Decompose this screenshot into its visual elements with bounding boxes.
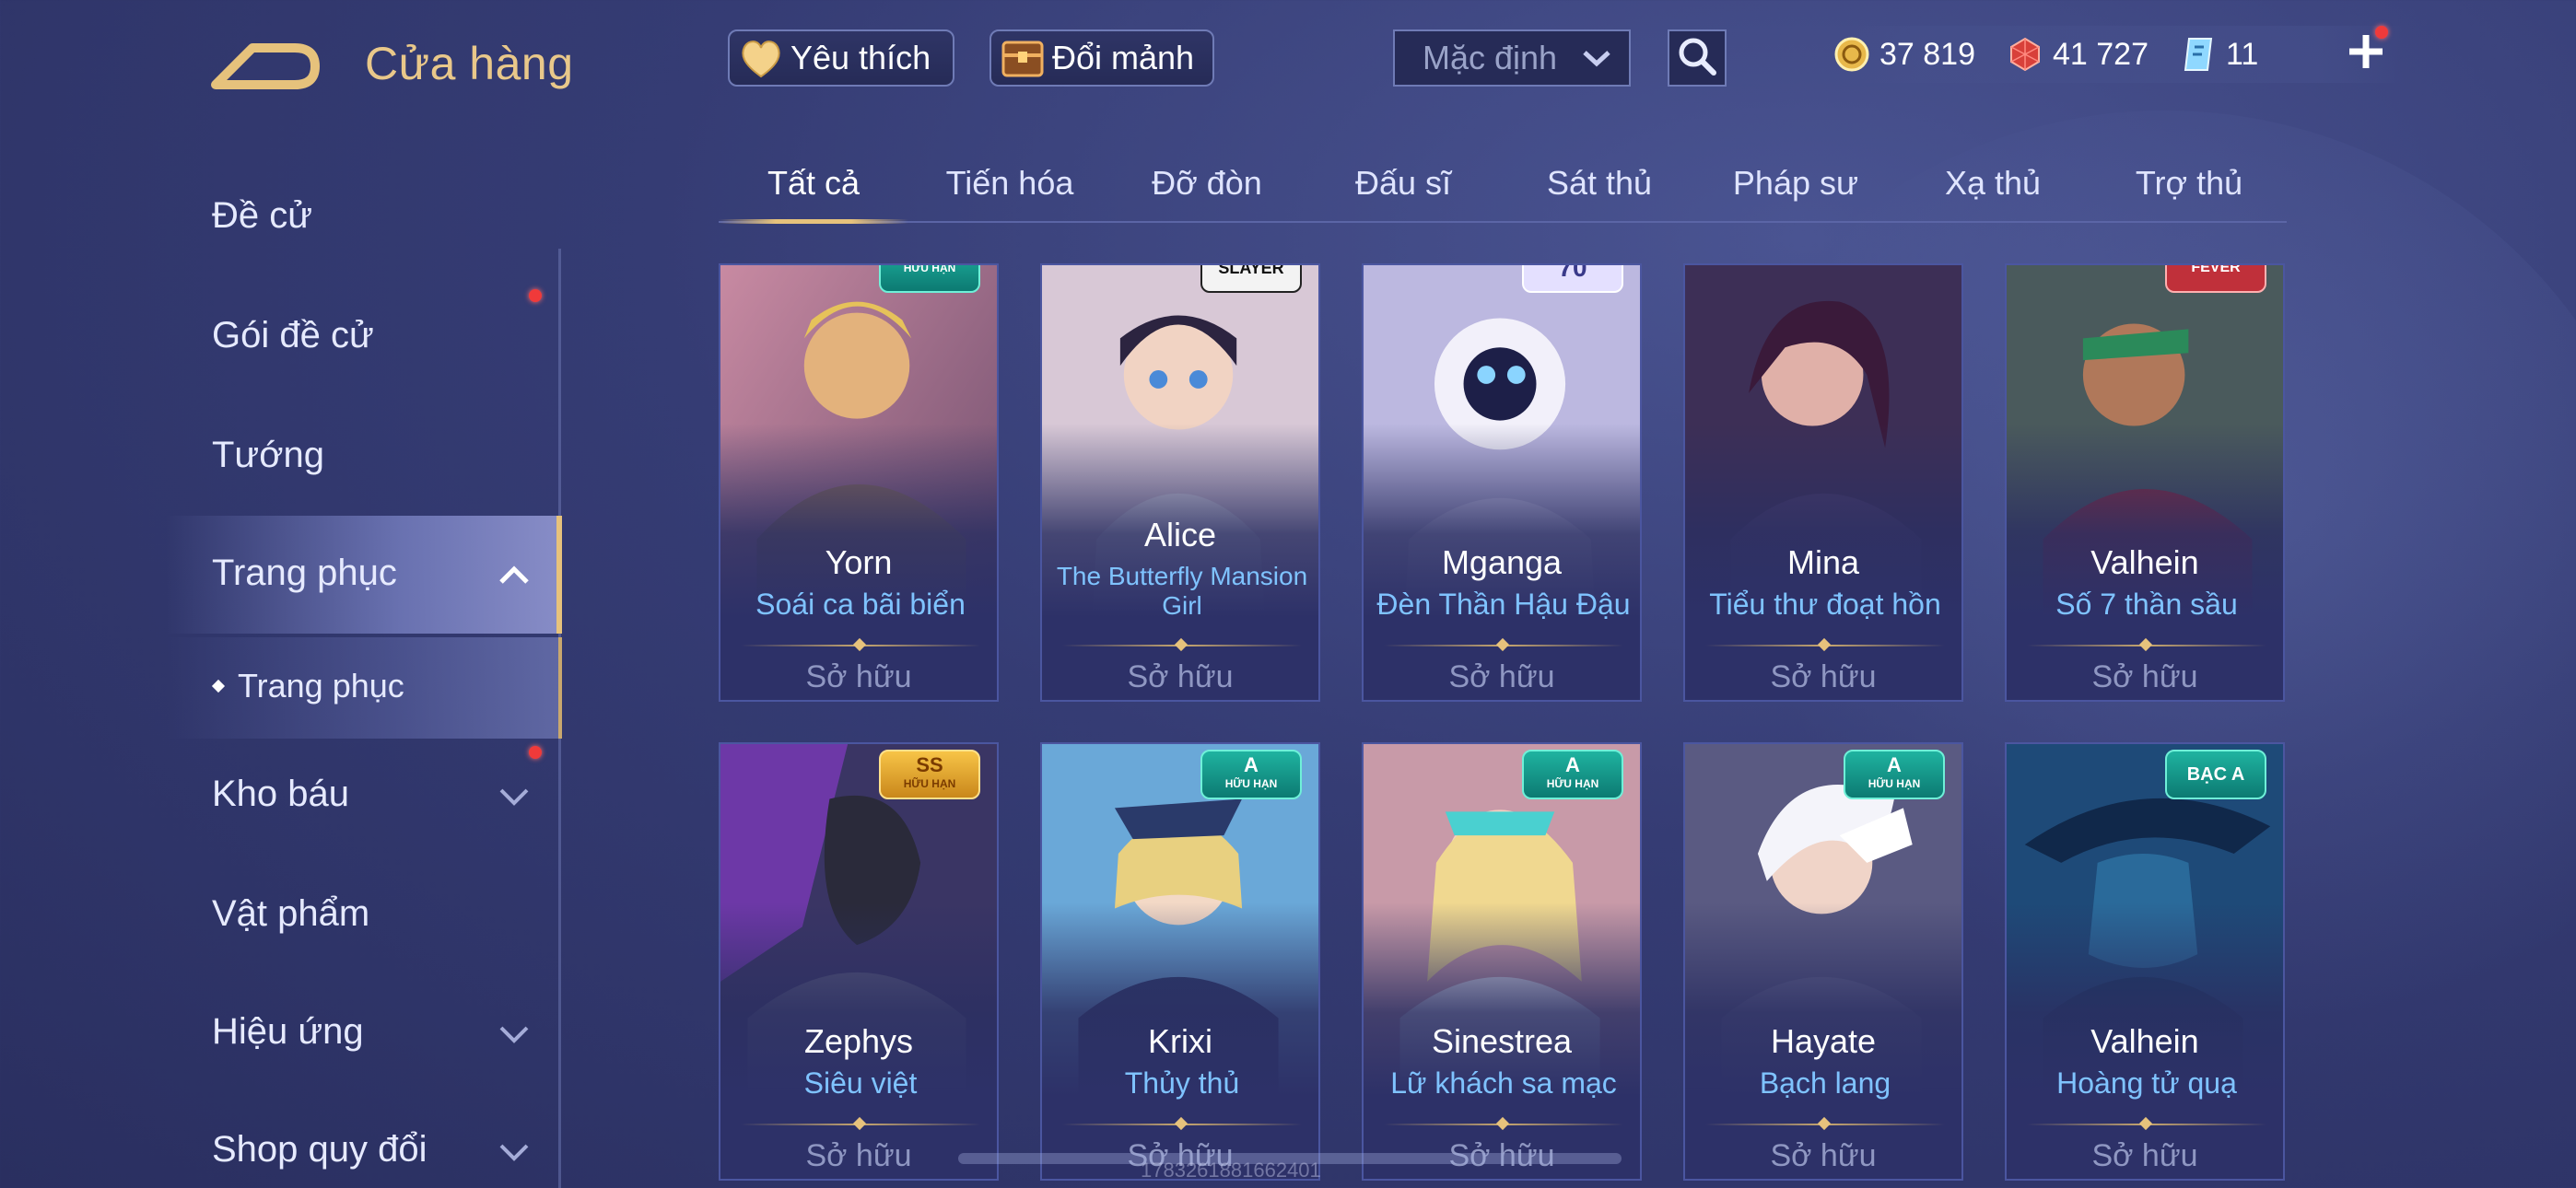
tab-marksman[interactable]: Xạ thủ xyxy=(1901,164,2085,203)
hero-name: Zephys xyxy=(803,1022,914,1060)
owned-status: Sở hữu xyxy=(2091,1138,2198,1173)
skin-card[interactable]: FEVER Valhein Số 7 thần sầu Sở hữu xyxy=(2005,263,2285,702)
skin-name: Siêu việt xyxy=(803,1066,918,1100)
owned-status: Sở hữu xyxy=(1770,659,1877,694)
page-title: Cửa hàng xyxy=(365,38,574,89)
notification-dot xyxy=(529,289,542,302)
voucher-icon xyxy=(2180,36,2217,73)
skin-card[interactable]: HỮU HẠN Yorn Soái ca bãi biển Sở hữu xyxy=(719,263,999,702)
skin-name: Lữ khách sa mạc xyxy=(1390,1066,1617,1100)
gold-value: 37 819 xyxy=(1879,36,1975,72)
tab-evolution[interactable]: Tiến hóa xyxy=(918,164,1102,203)
active-tab-underline xyxy=(719,219,908,224)
tab-all[interactable]: Tất cả xyxy=(721,164,906,203)
skin-name: Hoàng tử quạ xyxy=(2056,1066,2237,1100)
owned-status: Sở hữu xyxy=(1448,659,1555,694)
sidebar-item-heroes[interactable]: Tướng xyxy=(212,435,324,476)
skin-name: Bạch lang xyxy=(1759,1066,1891,1100)
currency-bar: 37 819 41 727 11 xyxy=(1833,26,2405,83)
hero-name: Sinestrea xyxy=(1431,1022,1573,1060)
owned-status: Sở hữu xyxy=(2091,659,2198,694)
hero-name: Alice xyxy=(1143,516,1217,553)
sidebar-item-treasure[interactable]: Kho báu xyxy=(212,774,349,815)
owned-status: Sở hữu xyxy=(805,1138,912,1173)
red-gem-icon xyxy=(2007,36,2043,73)
skin-card[interactable]: SS HỮU HẠN Zephys Siêu việt Sở hữu xyxy=(719,742,999,1181)
tab-support[interactable]: Trợ thủ xyxy=(2097,164,2281,203)
sidebar-item-items[interactable]: Vật phẩm xyxy=(212,893,369,935)
card-badge: A HỮU HẠN xyxy=(1844,750,1945,799)
chevron-down-icon[interactable] xyxy=(498,1135,531,1168)
skin-name: Tiểu thư đoạt hồn xyxy=(1709,588,1941,621)
sidebar-subitem-label: Trang phục xyxy=(238,667,404,705)
tab-tank[interactable]: Đỡ đòn xyxy=(1115,164,1299,203)
voucher-value: 11 xyxy=(2226,36,2259,72)
skin-card[interactable]: A HỮU HẠN Hayate Bạch lang Sở hữu xyxy=(1683,742,1963,1181)
card-badge: A HỮU HẠN xyxy=(1522,750,1623,799)
skin-card[interactable]: A HỮU HẠN Krixi Thủy thủ Sở hữu xyxy=(1040,742,1320,1181)
hero-name: Yorn xyxy=(825,543,893,581)
notification-dot xyxy=(529,746,542,759)
chevron-down-icon xyxy=(1581,39,1612,77)
sort-dropdown[interactable]: Mặc định xyxy=(1393,29,1631,87)
card-badge: HỮU HẠN xyxy=(879,265,980,293)
sidebar-item-exchange-shop[interactable]: Shop quy đổi xyxy=(212,1129,427,1171)
skin-card[interactable]: 70 Mganga Đèn Thần Hậu Đậu Sở hữu xyxy=(1362,263,1642,702)
sidebar-subitem-skins[interactable]: Trang phục xyxy=(211,667,404,705)
owned-status: Sở hữu xyxy=(1770,1138,1877,1173)
sidebar-item-effects[interactable]: Hiệu ứng xyxy=(212,1011,364,1053)
card-badge: BẠC A xyxy=(2165,750,2266,799)
skin-name: Thủy thủ xyxy=(1124,1066,1240,1100)
skin-name: Soái ca bãi biển xyxy=(755,588,966,621)
skin-name: Đèn Thần Hậu Đậu xyxy=(1376,588,1631,621)
tab-assassin[interactable]: Sát thủ xyxy=(1507,164,1692,203)
favorites-button[interactable]: Yêu thích xyxy=(728,29,954,87)
chevron-down-icon[interactable] xyxy=(498,1017,531,1050)
skin-card[interactable]: SLAYER Alice The Butterfly Mansion Girl … xyxy=(1040,263,1320,702)
currency-voucher: 11 xyxy=(2180,36,2258,73)
skin-card[interactable]: Mina Tiểu thư đoạt hồn Sở hữu xyxy=(1683,263,1963,702)
watermark-id: 1783261881662401 xyxy=(1141,1159,1321,1182)
card-badge: FEVER xyxy=(2165,265,2266,293)
card-badge: A HỮU HẠN xyxy=(1200,750,1302,799)
hero-name: Mganga xyxy=(1441,543,1563,581)
tabs-divider xyxy=(719,221,2287,223)
hero-name: Valhein xyxy=(2090,543,2199,581)
skin-name: Số 7 thần sầu xyxy=(2055,588,2238,621)
owned-status: Sở hữu xyxy=(805,659,912,694)
search-button[interactable] xyxy=(1668,29,1727,87)
notification-dot xyxy=(2375,26,2388,39)
chevron-down-icon[interactable] xyxy=(498,779,531,812)
treasure-chest-icon xyxy=(999,34,1047,82)
skin-card[interactable]: A HỮU HẠN Sinestrea Lữ khách sa mạc Sở hữ… xyxy=(1362,742,1642,1181)
back-arrow-icon[interactable] xyxy=(210,39,321,96)
exchange-shards-button[interactable]: Đổi mảnh xyxy=(989,29,1214,87)
chevron-up-icon xyxy=(498,558,531,591)
gem-value: 41 727 xyxy=(2053,36,2149,72)
card-badge: 70 xyxy=(1522,265,1623,293)
sidebar-item-recommended[interactable]: Đề cử xyxy=(212,195,312,237)
exchange-label: Đổi mảnh xyxy=(1052,39,1195,76)
favorites-label: Yêu thích xyxy=(790,39,931,76)
hero-name: Mina xyxy=(1786,543,1860,581)
sort-value: Mặc định xyxy=(1423,39,1558,76)
sidebar-item-recommended-packs[interactable]: Gói đề cử xyxy=(212,315,374,356)
search-icon xyxy=(1676,35,1718,82)
skin-name: The Butterfly Mansion Girl xyxy=(1056,562,1308,620)
hero-name: Valhein xyxy=(2090,1022,2199,1060)
skin-card[interactable]: BẠC A Valhein Hoàng tử quạ Sở hữu xyxy=(2005,742,2285,1181)
sidebar-item-skins[interactable]: Trang phục xyxy=(212,553,397,594)
card-badge: SLAYER xyxy=(1200,265,1302,293)
currency-gold: 37 819 xyxy=(1833,36,1975,73)
card-badge: SS HỮU HẠN xyxy=(879,750,980,799)
owned-status: Sở hữu xyxy=(1127,659,1234,694)
hero-name: Krixi xyxy=(1148,1022,1212,1060)
currency-gem: 41 727 xyxy=(2007,36,2149,73)
gold-coin-icon xyxy=(1833,36,1870,73)
tab-fighter[interactable]: Đấu sĩ xyxy=(1311,164,1495,203)
diamond-bullet-icon xyxy=(211,679,226,693)
hero-name: Hayate xyxy=(1770,1022,1877,1060)
heart-icon xyxy=(737,34,785,82)
tab-mage[interactable]: Pháp sư xyxy=(1704,164,1888,203)
